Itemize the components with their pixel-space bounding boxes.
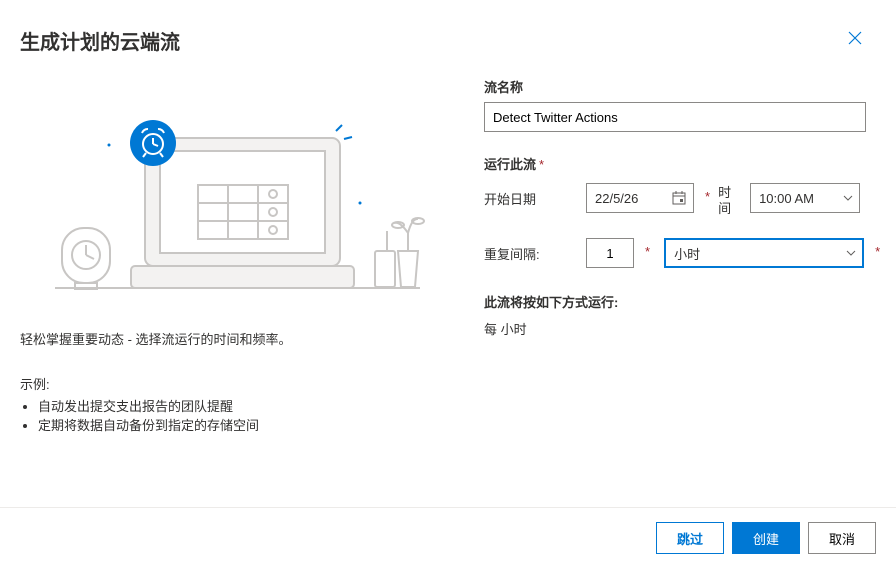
chevron-down-icon (846, 247, 856, 259)
repeat-interval-input[interactable] (586, 238, 634, 268)
example-item: 自动发出提交支出报告的团队提醒 (38, 397, 440, 417)
example-item: 定期将数据自动备份到指定的存储空间 (38, 416, 440, 436)
examples-list: 自动发出提交支出报告的团队提醒 定期将数据自动备份到指定的存储空间 (38, 397, 440, 436)
chevron-down-icon (843, 192, 853, 204)
close-icon[interactable] (844, 26, 866, 52)
runs-as-label: 此流将按如下方式运行: (484, 292, 618, 311)
examples-heading: 示例: (20, 374, 440, 393)
cancel-button[interactable]: 取消 (808, 522, 876, 554)
run-flow-label: 运行此流 (484, 154, 536, 173)
time-select[interactable]: 10:00 AM (750, 183, 860, 213)
repeat-unit-select[interactable]: 小时 (664, 238, 864, 268)
repeat-unit-value: 小时 (674, 244, 700, 263)
illustration (20, 73, 440, 308)
start-date-label: 开始日期 (484, 183, 578, 208)
start-date-value: 22/5/26 (587, 191, 665, 206)
time-value: 10:00 AM (759, 191, 814, 206)
repeat-label: 重复间隔: (484, 238, 578, 263)
flow-name-input[interactable] (484, 102, 866, 132)
runs-as-text: 每 小时 (484, 319, 880, 338)
description-text: 轻松掌握重要动态 - 选择流运行的时间和频率。 (20, 330, 440, 350)
skip-button[interactable]: 跳过 (656, 522, 724, 554)
time-label: 时间 (718, 183, 742, 216)
flow-name-label: 流名称 (484, 77, 523, 96)
create-button[interactable]: 创建 (732, 522, 800, 554)
start-date-input[interactable]: 22/5/26 (586, 183, 694, 213)
calendar-icon[interactable] (665, 184, 693, 212)
dialog-title: 生成计划的云端流 (20, 26, 180, 55)
